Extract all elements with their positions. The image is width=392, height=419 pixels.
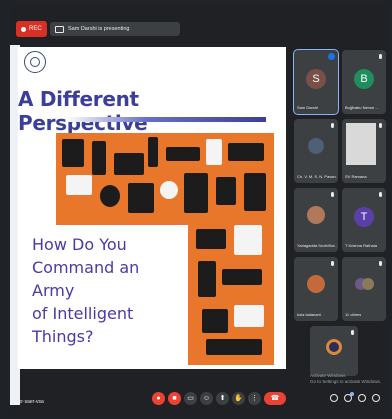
mic-icon	[379, 192, 382, 197]
participant-name: Sam Darshi	[297, 105, 318, 110]
info-icon[interactable]	[330, 394, 338, 402]
participant-video	[346, 123, 376, 165]
self-view-tile[interactable]	[310, 326, 358, 376]
watermark-line: Go to Settings to activate Windows.	[310, 379, 382, 384]
chat-icon[interactable]	[358, 394, 366, 402]
mic-icon	[379, 261, 382, 266]
participant-tile-sam[interactable]: S Sam Darshi	[293, 49, 339, 115]
more-vert-icon: ⋮	[251, 395, 258, 402]
present-button[interactable]: ⬆	[216, 392, 229, 405]
leave-call-button[interactable]: ☎	[264, 392, 286, 405]
captions-icon: ▭	[187, 395, 194, 402]
avatar: T	[354, 207, 374, 228]
more-options-icon[interactable]	[328, 53, 335, 60]
reactions-button[interactable]: ☺	[200, 392, 213, 405]
people-icon[interactable]	[344, 392, 354, 402]
emoji-icon: ☺	[202, 395, 211, 402]
participant-tile-others[interactable]: 11 others	[342, 257, 386, 321]
activities-icon[interactable]	[372, 394, 380, 402]
question-line: Command an Army	[32, 258, 140, 300]
side-panel-buttons	[330, 392, 380, 402]
avatar: S	[306, 69, 326, 90]
meet-stage: REC Sam Darshi is presenting A Different…	[10, 5, 386, 415]
participant-tile-pavan[interactable]: Ch. V. M. S. N. Pavan…	[294, 119, 338, 183]
presenting-text: Sam Darshi is presenting	[68, 26, 130, 32]
presenting-banner[interactable]: Sam Darshi is presenting	[50, 22, 180, 36]
participant-photo	[362, 277, 375, 290]
slide-title: A Different Perspective	[18, 87, 148, 135]
mic-icon	[351, 330, 354, 335]
participant-tile-krishna[interactable]: T T Krishna Rathala	[342, 188, 386, 252]
mic-icon	[379, 54, 382, 59]
presentation-slide: A Different Perspective How Do You Comma…	[18, 47, 286, 369]
mic-icon	[331, 123, 334, 128]
participant-name: Bujjibabu Nenne…	[345, 105, 379, 110]
participant-photo	[308, 137, 324, 154]
participant-tile-ramana[interactable]: SV Ramana	[342, 119, 386, 183]
present-icon: ⬆	[219, 395, 226, 402]
mic-off-icon: ●	[156, 395, 161, 402]
present-screen-icon	[55, 25, 64, 33]
recording-badge: REC	[16, 21, 47, 37]
participant-name: Yarlagadda SruthiSai…	[297, 243, 337, 248]
call-controls: ● ■ ▭ ☺ ⬆ ✋ ⋮ ☎	[152, 392, 286, 405]
participant-name: T Krishna Rathala	[345, 243, 377, 248]
camera-off-icon: ■	[172, 395, 177, 402]
participant-name: Ch. V. M. S. N. Pavan…	[297, 174, 337, 179]
camera-toggle-button[interactable]: ■	[168, 392, 181, 405]
meeting-code[interactable]: nkr-saer-vsa	[16, 399, 44, 405]
captions-button[interactable]: ▭	[184, 392, 197, 405]
participant-tile-kola[interactable]: kola balanant	[294, 257, 338, 321]
mic-toggle-button[interactable]: ●	[152, 392, 165, 405]
participant-photo	[307, 274, 325, 293]
participant-name: SV Ramana	[345, 174, 367, 179]
recording-label: REC	[29, 26, 42, 32]
participant-tile-yarlagadda[interactable]: Yarlagadda SruthiSai…	[294, 188, 338, 252]
hand-icon: ✋	[234, 395, 243, 402]
bottom-bar: nkr-saer-vsa ● ■ ▭ ☺ ⬆ ✋ ⋮ ☎	[10, 387, 386, 415]
more-options-button[interactable]: ⋮	[248, 392, 261, 405]
participant-tile-bujjibabu[interactable]: B Bujjibabu Nenne…	[342, 50, 386, 114]
activate-windows-watermark: Activate Windows Go to Settings to activ…	[310, 373, 386, 385]
mic-icon	[331, 261, 334, 266]
avatar: B	[354, 69, 374, 90]
top-bar: REC Sam Darshi is presenting	[10, 5, 386, 47]
question-line: of Intelligent Things?	[32, 304, 134, 346]
university-logo	[24, 51, 46, 73]
record-icon	[21, 26, 26, 32]
raise-hand-button[interactable]: ✋	[232, 392, 245, 405]
title-underline	[66, 117, 266, 122]
participant-name: 11 others	[345, 312, 362, 317]
participant-photo	[326, 339, 342, 355]
slide-question: How Do You Command an Army of Intelligen…	[32, 233, 182, 348]
hangup-icon: ☎	[270, 395, 280, 402]
mic-icon	[379, 123, 382, 128]
question-line: How Do You	[32, 235, 127, 254]
mic-icon	[331, 192, 334, 197]
participant-photo	[307, 205, 325, 224]
participant-name: kola balanant	[297, 312, 321, 317]
